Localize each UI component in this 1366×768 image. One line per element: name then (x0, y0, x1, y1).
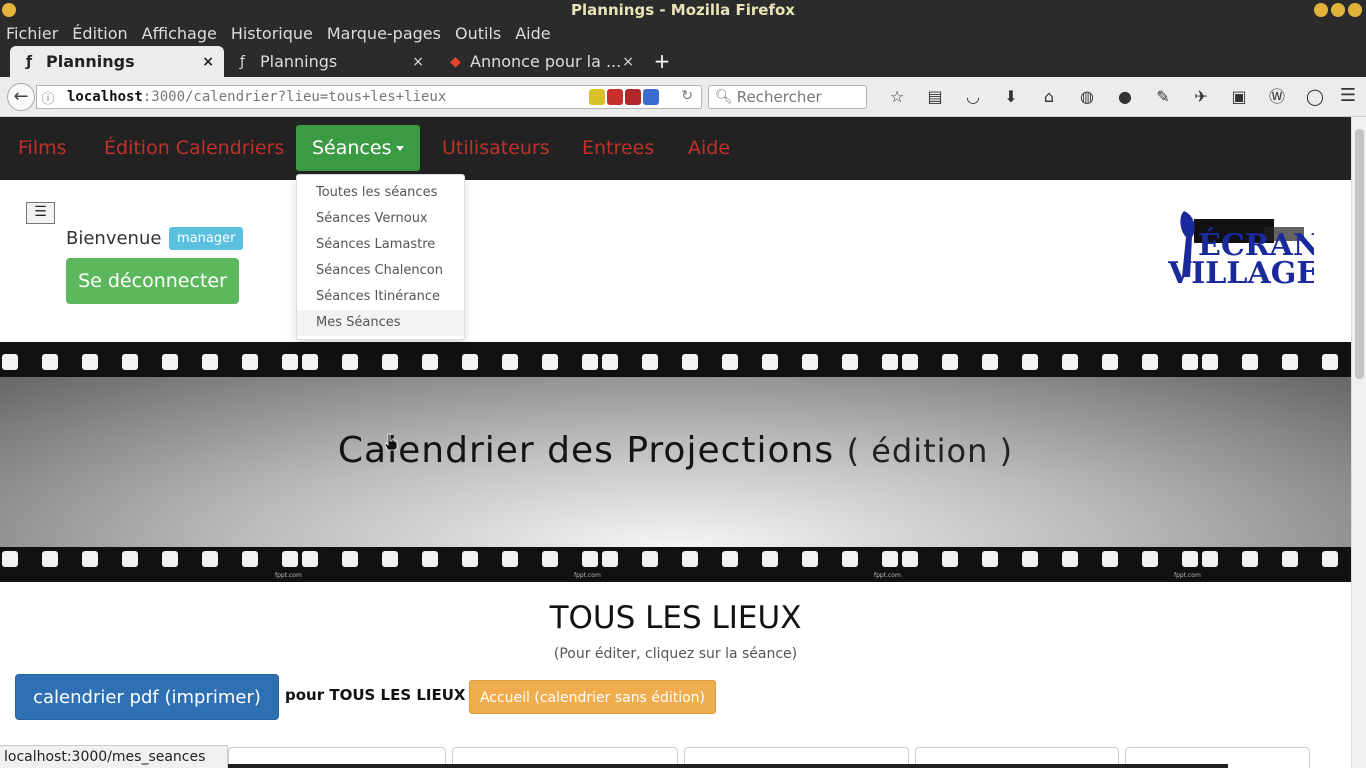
tab-label: Plannings (260, 52, 338, 71)
window-controls (1314, 3, 1362, 17)
page-content: Films Édition Calendriers Séances Utilis… (0, 117, 1351, 768)
tab-label: Plannings (46, 52, 135, 71)
new-tab-button[interactable]: + (650, 46, 674, 77)
addon-badge-icon[interactable]: ✈ (1182, 85, 1220, 109)
role-badge: manager (169, 227, 244, 250)
app-navbar: Films Édition Calendriers Séances Utilis… (0, 117, 1351, 180)
banner-credit: fppt.com (275, 572, 302, 579)
menu-icon[interactable]: ☰ (1340, 85, 1356, 106)
dropdown-item-itinerance[interactable]: Séances Itinérance (297, 284, 464, 310)
page-bottom-edge (178, 764, 1228, 768)
banner-credit: fppt.com (874, 572, 901, 579)
navigation-toolbar: ← ⓘ localhost:3000/calendrier?lieu=tous+… (0, 77, 1366, 117)
tab-annonce[interactable]: ◆ Annonce pour la ... × (434, 46, 644, 77)
ecran-village-logo: ÉCRAN VILLAGE (1168, 211, 1314, 289)
nav-aide[interactable]: Aide (672, 117, 746, 180)
film-perforations-bottom: fppt.com fppt.com fppt.com fppt.com (2, 551, 1338, 579)
chat-icon[interactable]: ◍ (1068, 85, 1106, 109)
reading-list-icon[interactable]: ▤ (916, 85, 954, 109)
download-icon[interactable]: ⬇ (992, 85, 1030, 109)
close-tab-icon[interactable]: × (622, 54, 634, 70)
menu-outils[interactable]: Outils (455, 24, 501, 43)
sync-icon[interactable]: ◯ (1296, 85, 1334, 109)
banner-credit: fppt.com (574, 572, 601, 579)
nav-seances-label: Séances (312, 137, 392, 159)
s-addon-icon[interactable]: ▣ (1220, 85, 1258, 109)
film-perforations-top (2, 354, 1338, 370)
menu-edition[interactable]: Édition (72, 24, 127, 43)
bookmark-star-icon[interactable]: ☆ (878, 85, 916, 109)
maximize-icon[interactable] (1331, 3, 1345, 17)
seances-dropdown-menu: Toutes les séances Séances Vernoux Séanc… (296, 174, 465, 340)
nav-films[interactable]: Films (2, 117, 83, 180)
addon-icon[interactable] (589, 89, 605, 105)
firefox-icon (2, 3, 16, 17)
close-tab-icon[interactable]: × (412, 54, 424, 70)
dropdown-item-vernoux[interactable]: Séances Vernoux (297, 206, 464, 232)
menu-marque-pages[interactable]: Marque-pages (327, 24, 441, 43)
scrollbar-thumb[interactable] (1355, 129, 1364, 379)
window-title: Plannings - Mozilla Firefox (571, 1, 795, 19)
search-icon: 🔍︎ (715, 89, 733, 105)
ublock-icon[interactable]: ● (1106, 85, 1144, 109)
nav-entrees[interactable]: Entrees (566, 117, 670, 180)
dropdown-item-chalencon[interactable]: Séances Chalencon (297, 258, 464, 284)
url-text[interactable]: localhost:3000/calendrier?lieu=tous+les+… (59, 89, 446, 105)
wordpress-icon[interactable]: Ⓦ (1258, 85, 1296, 109)
banner-credit: fppt.com (1174, 572, 1201, 579)
nav-seances[interactable]: Séances (296, 125, 421, 171)
tab-bar: ƒ Plannings × ƒ Plannings × ◆ Annonce po… (0, 46, 1366, 77)
caret-down-icon (396, 146, 405, 151)
pour-label: pour TOUS LES LIEUX (285, 686, 466, 704)
menu-historique[interactable]: Historique (231, 24, 313, 43)
close-tab-icon[interactable]: × (202, 54, 214, 70)
edit-hint: (Pour éditer, cliquez sur la séance) (553, 646, 798, 662)
url-bar[interactable]: ⓘ localhost:3000/calendrier?lieu=tous+le… (36, 85, 702, 109)
hand-cursor-icon (384, 433, 398, 451)
menu-fichier[interactable]: Fichier (6, 24, 58, 43)
pocket-icon[interactable]: ◡ (954, 85, 992, 109)
minimize-icon[interactable] (1314, 3, 1328, 17)
toolbar-icons: ☆ ▤ ◡ ⬇ ⌂ ◍ ● ✎ ✈ ▣ Ⓦ ◯ (878, 85, 1334, 109)
home-icon[interactable]: ⌂ (1030, 85, 1068, 109)
close-window-icon[interactable] (1348, 3, 1362, 17)
reload-icon[interactable]: ↻ (681, 88, 693, 104)
menu-aide[interactable]: Aide (515, 24, 550, 43)
addon-icons (589, 89, 659, 105)
tab-plannings-2[interactable]: ƒ Plannings × (224, 46, 434, 77)
search-bar[interactable]: 🔍︎ Rechercher (708, 85, 867, 109)
dropdown-item-toutes[interactable]: Toutes les séances (297, 180, 464, 206)
pen-icon[interactable]: ✎ (1144, 85, 1182, 109)
menu-affichage[interactable]: Affichage (142, 24, 217, 43)
nav-utilisateurs[interactable]: Utilisateurs (426, 117, 566, 180)
status-url: localhost:3000/mes_seances (0, 745, 228, 768)
f-icon: ƒ (240, 53, 245, 70)
sidebar-toggle-button[interactable]: ☰ (26, 202, 55, 224)
menubar: Fichier Édition Affichage Historique Mar… (0, 20, 1366, 46)
gitlab-icon: ◆ (450, 53, 461, 70)
page-scrollbar[interactable] (1351, 117, 1366, 768)
addon-icon[interactable] (607, 89, 623, 105)
tab-plannings-1[interactable]: ƒ Plannings × (10, 46, 224, 77)
dropdown-item-mes-seances[interactable]: Mes Séances (297, 310, 464, 336)
banner-title: Calendrier des Projections ( édition ) (337, 430, 1014, 471)
addon-icon[interactable] (625, 89, 641, 105)
f-icon: ƒ (26, 53, 33, 70)
pdf-print-button[interactable]: calendrier pdf (imprimer) (15, 674, 279, 720)
film-banner: Calendrier des Projections ( édition ) f… (0, 342, 1351, 582)
tab-label: Annonce pour la ... (470, 52, 622, 71)
welcome-text: Bienvenue ! (66, 228, 175, 249)
place-title: TOUS LES LIEUX (549, 600, 802, 636)
moon-icon[interactable] (643, 89, 659, 105)
nav-edition-calendriers[interactable]: Édition Calendriers (88, 117, 300, 180)
back-button[interactable]: ← (7, 83, 35, 111)
info-icon[interactable]: ⓘ (37, 88, 59, 107)
window-titlebar: Plannings - Mozilla Firefox (0, 0, 1366, 20)
accueil-button[interactable]: Accueil (calendrier sans édition) (469, 680, 716, 714)
search-placeholder: Rechercher (736, 88, 822, 106)
svg-text:VILLAGE: VILLAGE (1168, 256, 1314, 289)
logout-button[interactable]: Se déconnecter (66, 258, 239, 304)
dropdown-item-lamastre[interactable]: Séances Lamastre (297, 232, 464, 258)
